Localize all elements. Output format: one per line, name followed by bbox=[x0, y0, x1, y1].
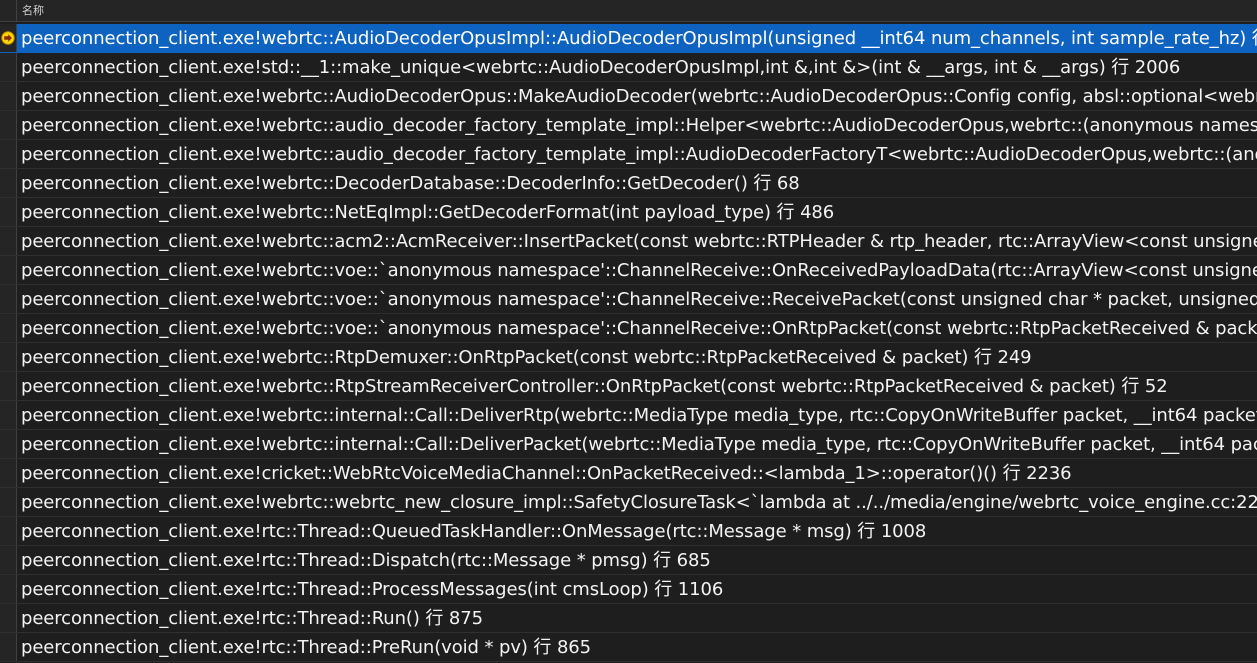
frame-name: peerconnection_client.exe!rtc::Thread::R… bbox=[21, 607, 483, 629]
frame-name: peerconnection_client.exe!webrtc::voe::`… bbox=[21, 259, 1257, 281]
call-stack-list: peerconnection_client.exe!webrtc::AudioD… bbox=[0, 24, 1257, 663]
column-header: 名称 bbox=[0, 0, 1257, 22]
row-gutter bbox=[0, 24, 17, 52]
frame-name: peerconnection_client.exe!webrtc::intern… bbox=[21, 404, 1257, 426]
call-stack-row[interactable]: peerconnection_client.exe!webrtc::audio_… bbox=[0, 111, 1257, 140]
header-gutter bbox=[0, 0, 17, 21]
current-frame-arrow-icon bbox=[1, 31, 15, 45]
call-stack-row[interactable]: peerconnection_client.exe!webrtc::audio_… bbox=[0, 140, 1257, 169]
row-gutter bbox=[0, 372, 17, 400]
call-stack-row[interactable]: peerconnection_client.exe!webrtc::RtpStr… bbox=[0, 372, 1257, 401]
call-stack-row[interactable]: peerconnection_client.exe!webrtc::intern… bbox=[0, 430, 1257, 459]
row-gutter bbox=[0, 604, 17, 632]
frame-name: peerconnection_client.exe!cricket::WebRt… bbox=[21, 462, 1072, 484]
frame-name: peerconnection_client.exe!webrtc::AudioD… bbox=[21, 85, 1257, 107]
row-gutter bbox=[0, 633, 17, 661]
frame-name: peerconnection_client.exe!webrtc::audio_… bbox=[21, 143, 1257, 165]
call-stack-row[interactable]: peerconnection_client.exe!webrtc::AudioD… bbox=[0, 82, 1257, 111]
row-gutter bbox=[0, 140, 17, 168]
call-stack-row[interactable]: peerconnection_client.exe!rtc::Thread::D… bbox=[0, 546, 1257, 575]
row-gutter bbox=[0, 169, 17, 197]
row-gutter bbox=[0, 517, 17, 545]
frame-name: peerconnection_client.exe!webrtc::voe::`… bbox=[21, 317, 1257, 339]
call-stack-row[interactable]: peerconnection_client.exe!webrtc::voe::`… bbox=[0, 256, 1257, 285]
row-gutter bbox=[0, 111, 17, 139]
name-column-header[interactable]: 名称 bbox=[17, 0, 44, 22]
call-stack-row[interactable]: peerconnection_client.exe!std::__1::make… bbox=[0, 53, 1257, 82]
frame-name: peerconnection_client.exe!webrtc::acm2::… bbox=[21, 230, 1257, 252]
row-gutter bbox=[0, 82, 17, 110]
call-stack-row[interactable]: peerconnection_client.exe!rtc::Thread::P… bbox=[0, 575, 1257, 604]
frame-name: peerconnection_client.exe!rtc::Thread::P… bbox=[21, 636, 592, 658]
row-gutter bbox=[0, 198, 17, 226]
row-gutter bbox=[0, 256, 17, 284]
row-gutter bbox=[0, 343, 17, 371]
call-stack-panel: 名称 peerconnection_client.exe!webrtc::Aud… bbox=[0, 0, 1257, 663]
frame-name: peerconnection_client.exe!webrtc::audio_… bbox=[21, 114, 1257, 136]
call-stack-row[interactable]: peerconnection_client.exe!webrtc::voe::`… bbox=[0, 314, 1257, 343]
frame-name: peerconnection_client.exe!rtc::Thread::Q… bbox=[21, 520, 927, 542]
frame-name: peerconnection_client.exe!webrtc::voe::`… bbox=[21, 288, 1257, 310]
frame-name: peerconnection_client.exe!webrtc::AudioD… bbox=[21, 27, 1257, 49]
row-gutter bbox=[0, 488, 17, 516]
row-gutter bbox=[0, 285, 17, 313]
call-stack-row[interactable]: peerconnection_client.exe!cricket::WebRt… bbox=[0, 459, 1257, 488]
call-stack-row[interactable]: peerconnection_client.exe!webrtc::RtpDem… bbox=[0, 343, 1257, 372]
frame-name: peerconnection_client.exe!webrtc::RtpStr… bbox=[21, 375, 1168, 397]
call-stack-row[interactable]: peerconnection_client.exe!webrtc::intern… bbox=[0, 401, 1257, 430]
call-stack-row[interactable]: peerconnection_client.exe!webrtc::NetEqI… bbox=[0, 198, 1257, 227]
call-stack-row[interactable]: peerconnection_client.exe!webrtc::acm2::… bbox=[0, 227, 1257, 256]
frame-name: peerconnection_client.exe!webrtc::webrtc… bbox=[21, 491, 1257, 513]
row-gutter bbox=[0, 430, 17, 458]
row-gutter bbox=[0, 459, 17, 487]
row-gutter bbox=[0, 314, 17, 342]
row-gutter bbox=[0, 546, 17, 574]
call-stack-row[interactable]: peerconnection_client.exe!webrtc::voe::`… bbox=[0, 285, 1257, 314]
call-stack-row[interactable]: peerconnection_client.exe!rtc::Thread::R… bbox=[0, 604, 1257, 633]
row-gutter bbox=[0, 401, 17, 429]
row-gutter bbox=[0, 227, 17, 255]
frame-name: peerconnection_client.exe!webrtc::RtpDem… bbox=[21, 346, 1032, 368]
call-stack-row[interactable]: peerconnection_client.exe!rtc::Thread::Q… bbox=[0, 517, 1257, 546]
row-gutter bbox=[0, 53, 17, 81]
frame-name: peerconnection_client.exe!webrtc::intern… bbox=[21, 433, 1257, 455]
row-gutter bbox=[0, 575, 17, 603]
frame-name: peerconnection_client.exe!webrtc::Decode… bbox=[21, 172, 800, 194]
call-stack-row[interactable]: peerconnection_client.exe!webrtc::Decode… bbox=[0, 169, 1257, 198]
frame-name: peerconnection_client.exe!webrtc::NetEqI… bbox=[21, 201, 835, 223]
call-stack-row[interactable]: peerconnection_client.exe!webrtc::AudioD… bbox=[0, 24, 1257, 53]
frame-name: peerconnection_client.exe!std::__1::make… bbox=[21, 56, 1181, 78]
call-stack-row[interactable]: peerconnection_client.exe!rtc::Thread::P… bbox=[0, 633, 1257, 662]
frame-name: peerconnection_client.exe!rtc::Thread::D… bbox=[21, 549, 711, 571]
frame-name: peerconnection_client.exe!rtc::Thread::P… bbox=[21, 578, 724, 600]
call-stack-row[interactable]: peerconnection_client.exe!webrtc::webrtc… bbox=[0, 488, 1257, 517]
